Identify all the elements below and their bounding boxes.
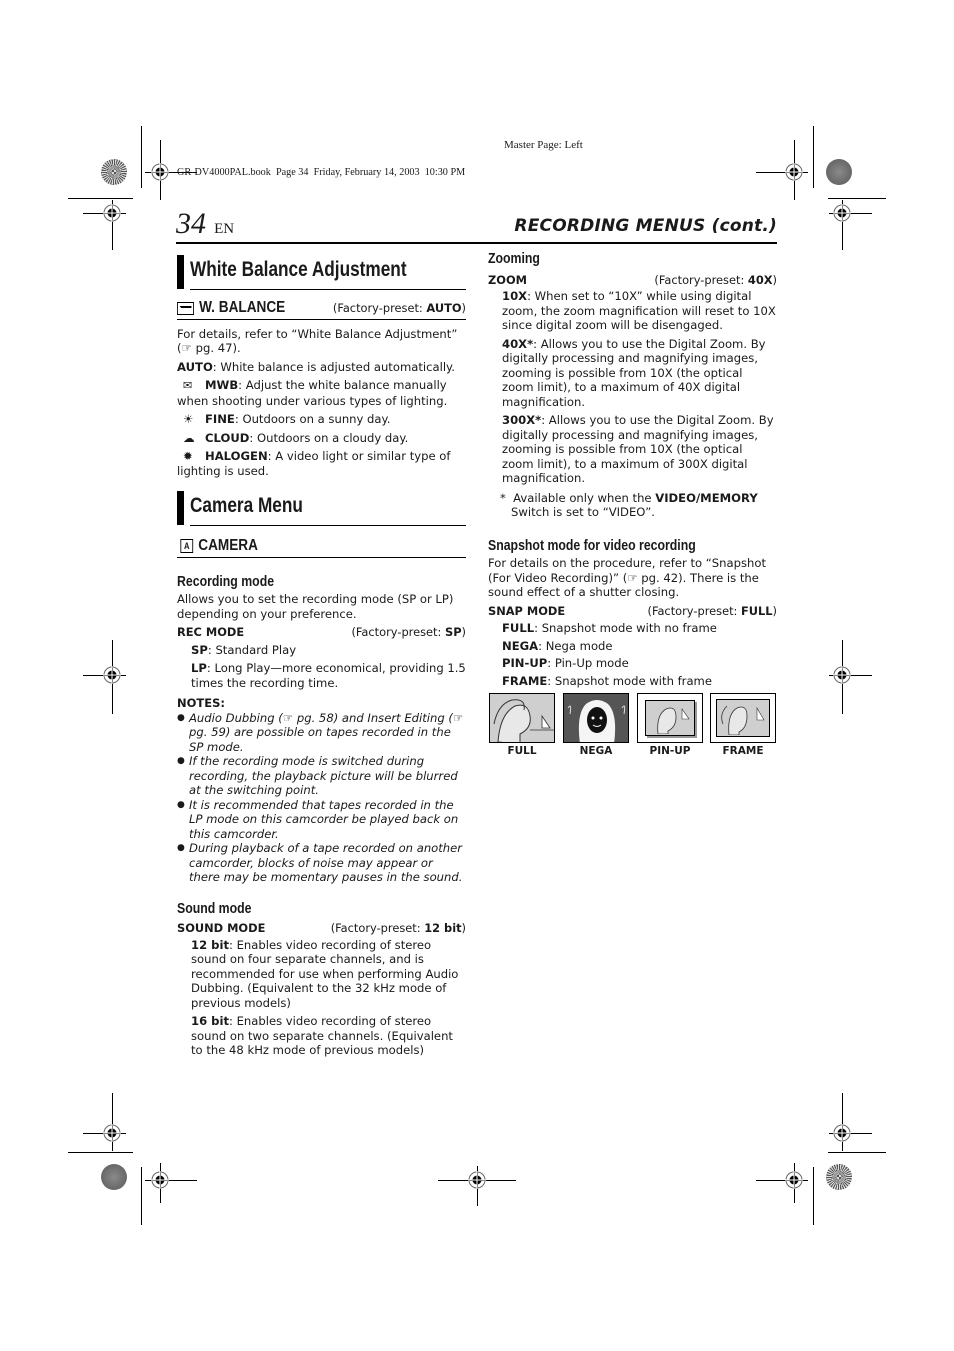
note-item: If the recording mode is switched during… xyxy=(177,754,466,798)
halogen-icon: ✹ xyxy=(183,449,193,463)
heading-bar xyxy=(177,491,184,525)
thumbnail-nega xyxy=(563,693,629,743)
white-balance-intro: For details, refer to “White Balance Adj… xyxy=(177,326,458,356)
option-sp: SP: Standard Play xyxy=(191,642,297,657)
running-title: RECORDING MENUS (cont.) xyxy=(514,216,777,236)
registration-mark-icon xyxy=(468,1171,486,1189)
option-halogen: ✹ HALOGEN: A video light or similar type … xyxy=(177,449,451,478)
heading-rule xyxy=(190,525,466,526)
color-bar-disc xyxy=(101,159,127,185)
camera-label: CAMERA xyxy=(198,537,258,554)
registration-mark-icon xyxy=(785,1171,803,1189)
section-heading: White Balance Adjustment xyxy=(177,255,466,289)
option-mwb: ✉ MWB: Adjust the white balance manually … xyxy=(177,378,448,408)
left-column: White Balance Adjustment W. BALANCE (Fac… xyxy=(177,255,466,1058)
white-balance-heading: White Balance Adjustment xyxy=(190,258,407,281)
factory-preset: (Factory-preset: 12 bit) xyxy=(330,921,466,935)
thumbnail-full xyxy=(489,693,555,743)
registration-mark-icon xyxy=(103,1124,121,1142)
color-bar-disc xyxy=(826,159,852,185)
page-header: 34 EN RECORDING MENUS (cont.) xyxy=(176,207,777,241)
option-nega: NEGA: Nega mode xyxy=(502,638,613,653)
camera-menu-section: Camera Menu A CAMERA Recording mode Allo… xyxy=(177,491,466,1058)
zoom-footnote: * Available only when the VIDEO/MEMORY S… xyxy=(500,490,758,520)
thumbnail-label: PIN-UP xyxy=(649,745,691,757)
option-frame: FRAME: Snapshot mode with frame xyxy=(502,673,712,688)
zoom-setting: ZOOM (Factory-preset: 40X) xyxy=(488,272,777,287)
zooming-heading: Zooming xyxy=(488,250,540,267)
sound-mode-heading: Sound mode xyxy=(177,899,252,917)
snapshot-intro: For details on the procedure, refer to “… xyxy=(488,556,766,599)
rec-mode-setting: REC MODE (Factory-preset: SP) xyxy=(177,625,466,639)
option-16bit: 16 bit: Enables video recording of stere… xyxy=(191,1014,453,1057)
registration-mark-icon xyxy=(103,204,121,222)
option-300x: 300X*: Allows you to use the Digital Zoo… xyxy=(502,413,774,485)
notes-heading: NOTES: xyxy=(177,696,225,710)
recording-mode-intro: Allows you to set the recording mode (SP… xyxy=(177,592,454,621)
option-pin-up: PIN-UP: Pin-Up mode xyxy=(502,656,629,670)
registration-mark-icon xyxy=(785,163,803,181)
note-item: During playback of a tape recorded on an… xyxy=(177,841,466,885)
option-fine: ☀ FINE: Outdoors on a sunny day. xyxy=(177,412,466,427)
master-page-label: Master Page: Left xyxy=(504,139,583,151)
snapshot-heading: Snapshot mode for video recording xyxy=(488,536,696,554)
thumbnail-pin-up xyxy=(637,693,703,743)
right-column: Zooming ZOOM (Factory-preset: 40X) 10X: … xyxy=(488,250,778,688)
registration-mark-icon xyxy=(151,163,169,181)
registration-mark-icon xyxy=(151,1171,169,1189)
w-balance-menu-item: W. BALANCE (Factory-preset: AUTO) xyxy=(177,299,466,320)
header-rule xyxy=(176,242,777,244)
registration-mark-icon xyxy=(103,666,121,684)
option-12bit: 12 bit: Enables video recording of stere… xyxy=(191,937,459,1010)
factory-preset: (Factory-preset: SP) xyxy=(351,625,466,639)
sound-mode-setting: SOUND MODE (Factory-preset: 12 bit) xyxy=(177,921,466,935)
note-item: It is recommended that tapes recorded in… xyxy=(177,798,466,842)
factory-preset: (Factory-preset: 40X) xyxy=(654,272,777,287)
sun-icon: ☀ xyxy=(183,412,194,426)
option-40x: 40X*: Allows you to use the Digital Zoom… xyxy=(502,336,766,409)
page-number: 34 xyxy=(176,207,206,240)
recording-mode-heading: Recording mode xyxy=(177,572,275,590)
thumbnail-label: FULL xyxy=(507,745,537,757)
notes: NOTES: Audio Dubbing (☞ pg. 58) and Inse… xyxy=(177,696,466,885)
section-heading: Camera Menu xyxy=(177,491,466,525)
option-cloud: ☁ CLOUD: Outdoors on a cloudy day. xyxy=(177,431,466,446)
book-info-line: GR-DV4000PAL.book Page 34 Friday, Februa… xyxy=(177,167,466,178)
snap-mode-setting: SNAP MODE (Factory-preset: FULL) xyxy=(488,603,778,618)
thumbnail-label: FRAME xyxy=(722,745,764,757)
option-lp: LP: Long Play—more economical, providing… xyxy=(191,661,466,690)
thumbnail-frame xyxy=(710,693,776,743)
heading-bar xyxy=(177,255,184,289)
color-bar-disc xyxy=(826,1164,852,1190)
note-item: Audio Dubbing (☞ pg. 58) and Insert Edit… xyxy=(177,711,466,755)
manual-wb-icon: ✉ xyxy=(183,379,193,392)
camera-a-icon: A xyxy=(180,539,194,554)
option-auto: AUTO: White balance is adjusted automati… xyxy=(177,359,455,374)
registration-mark-icon xyxy=(833,1124,851,1142)
camera-menu-heading: Camera Menu xyxy=(190,494,303,517)
cloud-icon: ☁ xyxy=(183,430,195,445)
white-balance-icon xyxy=(177,301,194,315)
w-balance-label: W. BALANCE xyxy=(199,299,286,316)
factory-preset: (Factory-preset: AUTO) xyxy=(332,301,466,315)
camera-menu-item: A CAMERA xyxy=(177,537,466,558)
color-bar-disc xyxy=(101,1164,127,1190)
option-10x: 10X: When set to “10X” while using digit… xyxy=(502,289,776,332)
white-balance-section: White Balance Adjustment W. BALANCE (Fac… xyxy=(177,255,466,478)
language-code: EN xyxy=(214,221,235,237)
heading-rule xyxy=(190,289,466,290)
option-full: FULL: Snapshot mode with no frame xyxy=(502,621,717,635)
registration-mark-icon xyxy=(833,204,851,222)
factory-preset: (Factory-preset: FULL) xyxy=(647,603,778,618)
registration-mark-icon xyxy=(833,666,851,684)
thumbnail-label: NEGA xyxy=(579,745,613,757)
